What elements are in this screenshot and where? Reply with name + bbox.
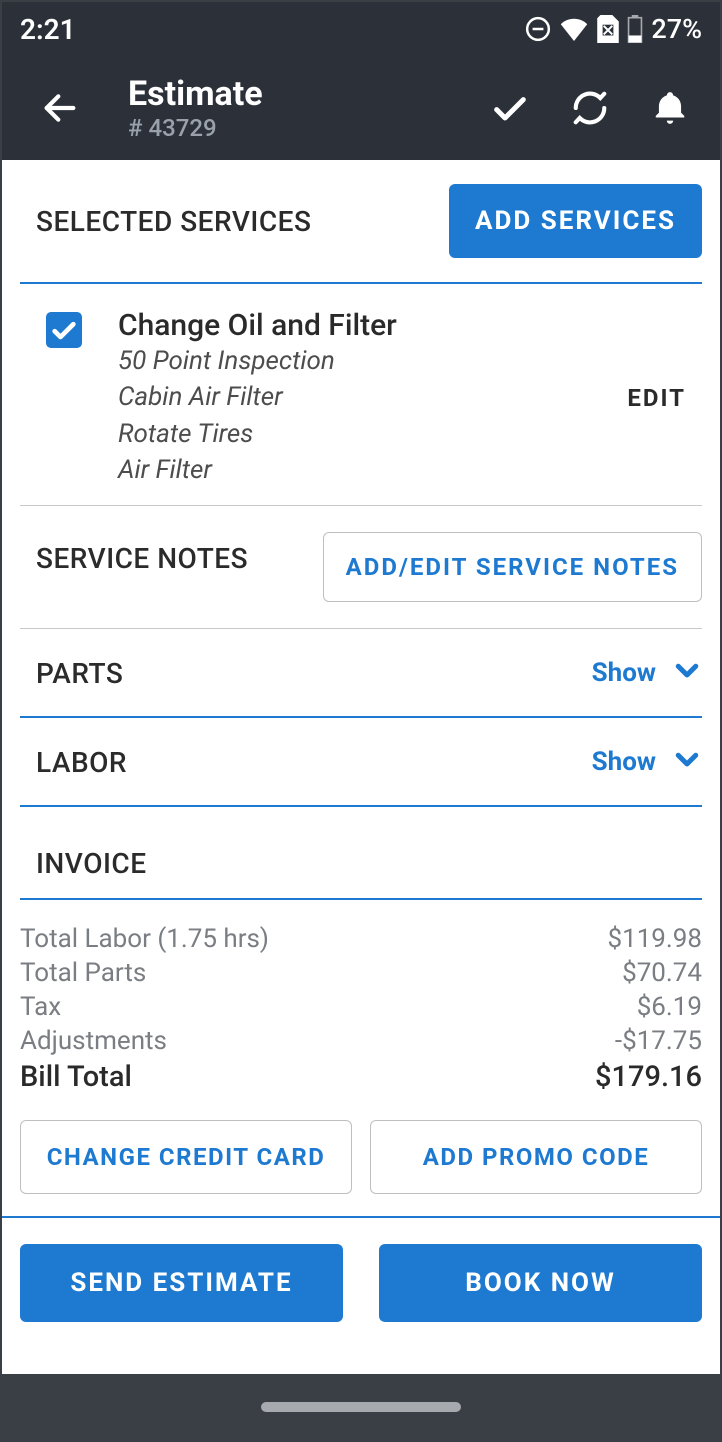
show-label: Show bbox=[592, 658, 656, 688]
labor-row[interactable]: LABOR Show bbox=[2, 718, 720, 805]
service-sub-item: Cabin Air Filter bbox=[118, 379, 591, 415]
wifi-icon bbox=[559, 17, 589, 41]
show-label: Show bbox=[592, 747, 656, 777]
labor-show-toggle[interactable]: Show bbox=[592, 744, 702, 781]
parts-show-toggle[interactable]: Show bbox=[592, 655, 702, 692]
bottom-actions: SEND ESTIMATE BOOK NOW bbox=[2, 1218, 720, 1352]
invoice-total-value: $179.16 bbox=[595, 1060, 702, 1094]
invoice-total: Bill Total $179.16 bbox=[20, 1058, 702, 1094]
page-subtitle: # 43729 bbox=[128, 114, 470, 142]
invoice-line-value: $119.98 bbox=[607, 924, 702, 954]
invoice-line-parts: Total Parts $70.74 bbox=[20, 956, 702, 990]
service-checkbox[interactable] bbox=[46, 312, 82, 348]
service-sub-item: Air Filter bbox=[118, 452, 591, 488]
edit-service-button[interactable]: EDIT bbox=[627, 384, 686, 412]
invoice-line-label: Total Labor (1.75 hrs) bbox=[20, 924, 269, 954]
service-sub-item: 50 Point Inspection bbox=[118, 343, 591, 379]
bell-icon[interactable] bbox=[650, 88, 690, 128]
status-bar: 2:21 27% bbox=[2, 2, 720, 56]
invoice-line-tax: Tax $6.19 bbox=[20, 990, 702, 1024]
chevron-down-icon bbox=[672, 744, 702, 781]
invoice-line-value: $70.74 bbox=[622, 958, 702, 988]
add-promo-code-button[interactable]: ADD PROMO CODE bbox=[370, 1120, 702, 1194]
add-services-button[interactable]: ADD SERVICES bbox=[449, 184, 702, 258]
status-time: 2:21 bbox=[20, 13, 76, 46]
invoice-line-labor: Total Labor (1.75 hrs) $119.98 bbox=[20, 922, 702, 956]
service-sub-item: Rotate Tires bbox=[118, 416, 591, 452]
invoice-line-adjustments: Adjustments -$17.75 bbox=[20, 1024, 702, 1058]
service-notes-row: SERVICE NOTES ADD/EDIT SERVICE NOTES bbox=[2, 506, 720, 628]
invoice-line-label: Total Parts bbox=[20, 958, 146, 988]
invoice-lines: Total Labor (1.75 hrs) $119.98 Total Par… bbox=[2, 900, 720, 1094]
back-button[interactable] bbox=[36, 84, 84, 132]
service-item: Change Oil and Filter 50 Point Inspectio… bbox=[2, 284, 720, 505]
parts-title: PARTS bbox=[36, 657, 123, 690]
sync-icon[interactable] bbox=[570, 88, 610, 128]
system-nav-bar bbox=[2, 1374, 720, 1440]
app-bar: Estimate # 43729 bbox=[2, 56, 720, 160]
invoice-section: INVOICE bbox=[2, 807, 720, 898]
send-estimate-button[interactable]: SEND ESTIMATE bbox=[20, 1244, 343, 1322]
invoice-total-label: Bill Total bbox=[20, 1060, 132, 1094]
nav-pill[interactable] bbox=[261, 1402, 461, 1412]
payment-buttons-row: CHANGE CREDIT CARD ADD PROMO CODE bbox=[2, 1094, 720, 1216]
status-right: 27% bbox=[525, 13, 702, 45]
change-credit-card-button[interactable]: CHANGE CREDIT CARD bbox=[20, 1120, 352, 1194]
service-notes-title: SERVICE NOTES bbox=[36, 532, 248, 575]
chevron-down-icon bbox=[672, 655, 702, 692]
service-name: Change Oil and Filter bbox=[118, 308, 591, 343]
battery-icon bbox=[627, 15, 643, 43]
battery-pct: 27% bbox=[651, 13, 702, 45]
labor-title: LABOR bbox=[36, 746, 127, 779]
sim-icon bbox=[597, 15, 619, 43]
selected-services-title: SELECTED SERVICES bbox=[36, 205, 311, 238]
app-bar-actions bbox=[490, 88, 700, 128]
invoice-title: INVOICE bbox=[36, 847, 702, 898]
invoice-line-label: Adjustments bbox=[20, 1026, 167, 1056]
dnd-icon bbox=[525, 16, 551, 42]
service-texts: Change Oil and Filter 50 Point Inspectio… bbox=[118, 308, 591, 489]
device-frame: 2:21 27% Estimate # 43729 bbox=[0, 0, 722, 1442]
invoice-line-value: $6.19 bbox=[637, 992, 702, 1022]
page-title: Estimate bbox=[128, 74, 470, 115]
app-bar-titles: Estimate # 43729 bbox=[128, 74, 470, 143]
invoice-line-value: -$17.75 bbox=[615, 1026, 702, 1056]
selected-services-header: SELECTED SERVICES ADD SERVICES bbox=[2, 160, 720, 282]
book-now-button[interactable]: BOOK NOW bbox=[379, 1244, 702, 1322]
invoice-line-label: Tax bbox=[20, 992, 61, 1022]
parts-row[interactable]: PARTS Show bbox=[2, 629, 720, 716]
content: SELECTED SERVICES ADD SERVICES Change Oi… bbox=[2, 160, 720, 1374]
add-edit-service-notes-button[interactable]: ADD/EDIT SERVICE NOTES bbox=[323, 532, 702, 602]
confirm-icon[interactable] bbox=[490, 88, 530, 128]
